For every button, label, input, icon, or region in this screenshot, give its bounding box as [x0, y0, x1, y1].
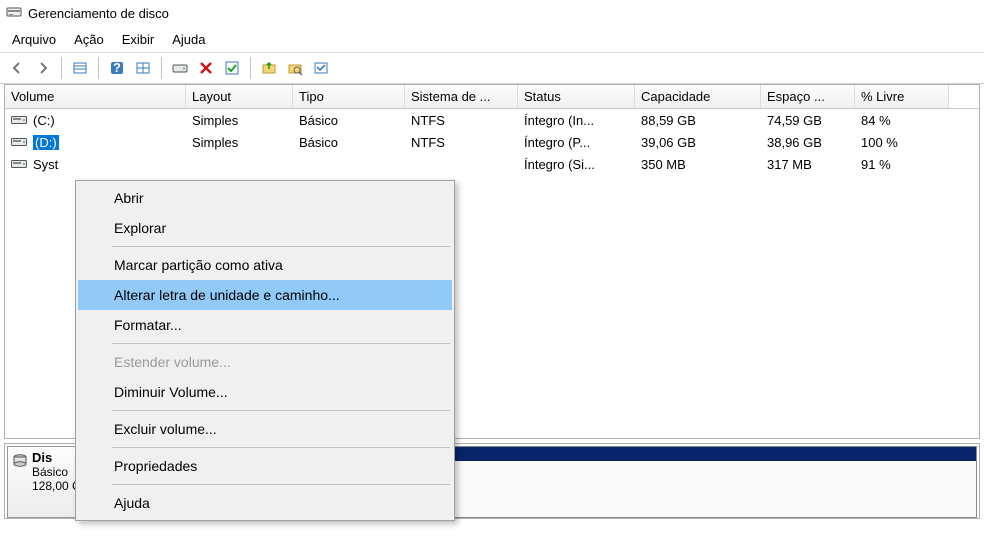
- help-icon[interactable]: ?: [106, 57, 128, 79]
- cell-pctfree: 91 %: [855, 155, 949, 174]
- cell-pctfree: 84 %: [855, 111, 949, 130]
- cell-status: Íntegro (P...: [518, 133, 635, 152]
- table-row[interactable]: (D:) SimplesBásicoNTFSÍntegro (P...39,06 …: [5, 131, 979, 153]
- col-status[interactable]: Status: [518, 85, 635, 108]
- cell-capacity: 39,06 GB: [635, 133, 761, 152]
- context-menu-separator: [112, 484, 450, 485]
- toolbar-folder-up-icon[interactable]: [258, 57, 280, 79]
- cell-filesys: [405, 162, 518, 166]
- toolbar: ?: [0, 53, 984, 84]
- col-free[interactable]: Espaço ...: [761, 85, 855, 108]
- window-title: Gerenciamento de disco: [28, 6, 169, 21]
- col-volume[interactable]: Volume: [5, 85, 186, 108]
- toolbar-list-icon[interactable]: [69, 57, 91, 79]
- disk-management-app-icon: [6, 4, 22, 23]
- cell-type: [293, 162, 405, 166]
- cell-volume: Syst: [5, 155, 186, 174]
- context-menu-item[interactable]: Ajuda: [78, 488, 452, 518]
- volume-name: Syst: [33, 157, 58, 172]
- cell-free: 74,59 GB: [761, 111, 855, 130]
- context-menu-item[interactable]: Propriedades: [78, 451, 452, 481]
- menu-view[interactable]: Exibir: [116, 30, 165, 49]
- cell-layout: [186, 162, 293, 166]
- context-menu-item[interactable]: Abrir: [78, 183, 452, 213]
- cell-capacity: 88,59 GB: [635, 111, 761, 130]
- col-pctfree[interactable]: % Livre: [855, 85, 949, 108]
- cell-capacity: 350 MB: [635, 155, 761, 174]
- toolbar-check-icon[interactable]: [221, 57, 243, 79]
- cell-type: Básico: [293, 133, 405, 152]
- toolbar-separator: [61, 57, 62, 79]
- cell-filesys: NTFS: [405, 133, 518, 152]
- toolbar-separator: [161, 57, 162, 79]
- cell-pctfree: 100 %: [855, 133, 949, 152]
- title-bar: Gerenciamento de disco: [0, 0, 984, 27]
- context-menu-separator: [112, 447, 450, 448]
- drive-icon: [11, 136, 27, 148]
- context-menu-item: Estender volume...: [78, 347, 452, 377]
- toolbar-delete-icon[interactable]: [195, 57, 217, 79]
- menu-action[interactable]: Ação: [68, 30, 114, 49]
- menu-file[interactable]: Arquivo: [6, 30, 66, 49]
- cell-volume: (C:): [5, 111, 186, 130]
- cell-free: 317 MB: [761, 155, 855, 174]
- context-menu-item[interactable]: Formatar...: [78, 310, 452, 340]
- cell-volume: (D:): [5, 133, 186, 152]
- context-menu-separator: [112, 343, 450, 344]
- cell-layout: Simples: [186, 133, 293, 152]
- context-menu-separator: [112, 246, 450, 247]
- cell-free: 38,96 GB: [761, 133, 855, 152]
- menu-help[interactable]: Ajuda: [166, 30, 215, 49]
- cell-filesys: NTFS: [405, 111, 518, 130]
- table-body: (C:) SimplesBásicoNTFSÍntegro (In...88,59…: [5, 109, 979, 175]
- table-row[interactable]: (C:) SimplesBásicoNTFSÍntegro (In...88,59…: [5, 109, 979, 131]
- context-menu-item[interactable]: Alterar letra de unidade e caminho...: [78, 280, 452, 310]
- toolbar-folder-search-icon[interactable]: [284, 57, 306, 79]
- col-filesys[interactable]: Sistema de ...: [405, 85, 518, 108]
- drive-icon: [11, 114, 27, 126]
- toolbar-separator: [250, 57, 251, 79]
- volume-name: (C:): [33, 113, 55, 128]
- context-menu-item[interactable]: Diminuir Volume...: [78, 377, 452, 407]
- col-layout[interactable]: Layout: [186, 85, 293, 108]
- menu-bar: Arquivo Ação Exibir Ajuda: [0, 27, 984, 53]
- toolbar-separator: [98, 57, 99, 79]
- table-row[interactable]: Syst Íntegro (Si...350 MB317 MB91 %: [5, 153, 979, 175]
- context-menu-item[interactable]: Excluir volume...: [78, 414, 452, 444]
- col-type[interactable]: Tipo: [293, 85, 405, 108]
- cell-type: Básico: [293, 111, 405, 130]
- cell-layout: Simples: [186, 111, 293, 130]
- toolbar-disk-icon[interactable]: [169, 57, 191, 79]
- context-menu: AbrirExplorarMarcar partição como ativaA…: [75, 180, 455, 521]
- volume-name: (D:): [33, 135, 59, 150]
- context-menu-item[interactable]: Explorar: [78, 213, 452, 243]
- context-menu-item[interactable]: Marcar partição como ativa: [78, 250, 452, 280]
- table-header: Volume Layout Tipo Sistema de ... Status…: [5, 85, 979, 109]
- cell-status: Íntegro (In...: [518, 111, 635, 130]
- svg-text:?: ?: [113, 60, 121, 75]
- cell-status: Íntegro (Si...: [518, 155, 635, 174]
- forward-button[interactable]: [32, 57, 54, 79]
- hard-disk-icon: [12, 453, 28, 472]
- context-menu-separator: [112, 410, 450, 411]
- col-capacity[interactable]: Capacidade: [635, 85, 761, 108]
- toolbar-props-icon[interactable]: [310, 57, 332, 79]
- drive-icon: [11, 158, 27, 170]
- toolbar-grid-icon[interactable]: [132, 57, 154, 79]
- back-button[interactable]: [6, 57, 28, 79]
